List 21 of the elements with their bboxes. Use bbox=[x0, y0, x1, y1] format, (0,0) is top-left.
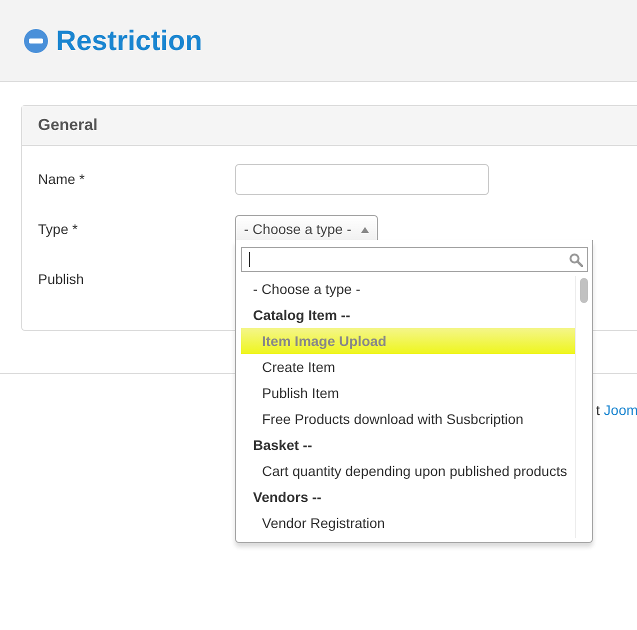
group-heading: Vendors -- bbox=[252, 488, 322, 506]
search-field[interactable] bbox=[241, 247, 588, 272]
search-icon bbox=[569, 252, 583, 266]
minus-circle-icon bbox=[24, 28, 48, 52]
footer-text: t bbox=[596, 402, 600, 418]
dropdown-option[interactable]: Create Item bbox=[241, 354, 575, 380]
name-input[interactable] bbox=[235, 164, 489, 194]
panel-title: General bbox=[22, 106, 637, 146]
group-heading: Catalog Item -- bbox=[252, 306, 352, 325]
footer-link[interactable]: Joom bbox=[604, 402, 637, 418]
dropdown-option[interactable]: Vendor Registration bbox=[241, 510, 575, 536]
page-title: Restriction bbox=[56, 24, 202, 58]
group-heading: Basket -- bbox=[252, 436, 314, 454]
dropdown-option[interactable]: Publish Item bbox=[241, 380, 575, 406]
field-label: Name * bbox=[38, 170, 85, 186]
dropdown-option[interactable]: - Choose a type - bbox=[241, 276, 575, 302]
dropdown-option[interactable]: Free Products download with Susbcription bbox=[241, 406, 575, 432]
field-label: Publish bbox=[38, 270, 84, 286]
caret-icon bbox=[361, 226, 370, 232]
field-label: Type * bbox=[38, 220, 78, 236]
dropdown-option[interactable]: Cart quantity depending upon published products bbox=[241, 458, 575, 484]
